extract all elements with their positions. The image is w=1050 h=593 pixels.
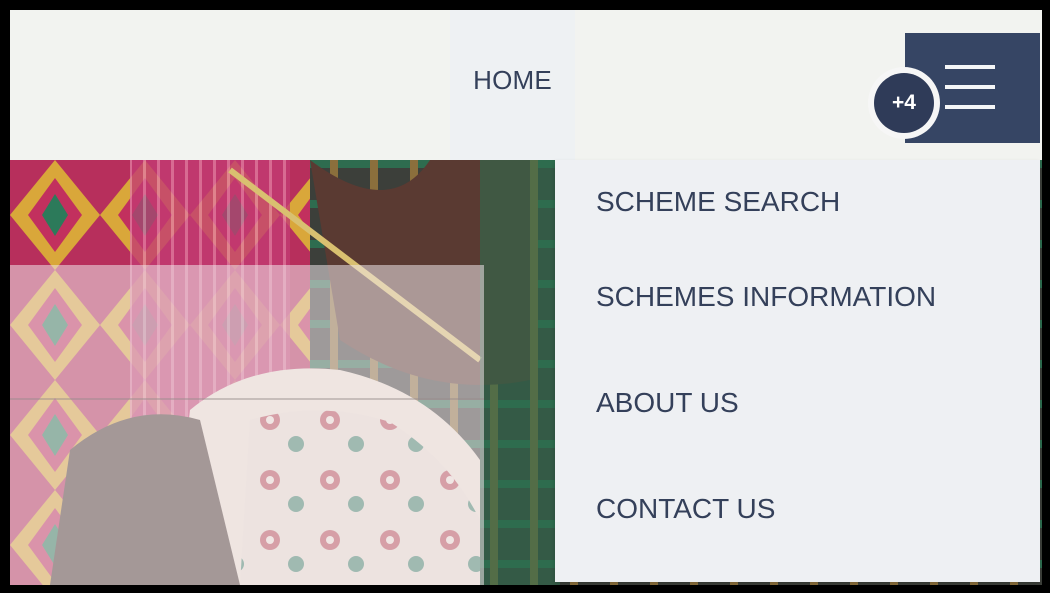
hidden-items-badge: +4 (868, 67, 940, 139)
menu-item-contact-us[interactable]: CONTACT US (555, 456, 1040, 562)
hero-overlay-panel (10, 265, 484, 585)
menu-item-schemes-information[interactable]: SCHEMES INFORMATION (555, 244, 1040, 350)
nav-home-link[interactable]: HOME (450, 10, 575, 160)
hero-overlay-divider (10, 398, 484, 400)
site-header: HOME +4 (10, 10, 1042, 160)
hamburger-menu-icon (945, 65, 995, 109)
menu-item-scheme-search[interactable]: SCHEME SEARCH (555, 160, 1040, 244)
nav-dropdown-menu: SCHEME SEARCH SCHEMES INFORMATION ABOUT … (555, 160, 1040, 582)
menu-item-about-us[interactable]: ABOUT US (555, 350, 1040, 456)
hidden-items-count: +4 (874, 73, 934, 133)
browser-viewport: HOME +4 SCHEME SEARCH SCHEMES INFORMATIO… (10, 10, 1042, 585)
